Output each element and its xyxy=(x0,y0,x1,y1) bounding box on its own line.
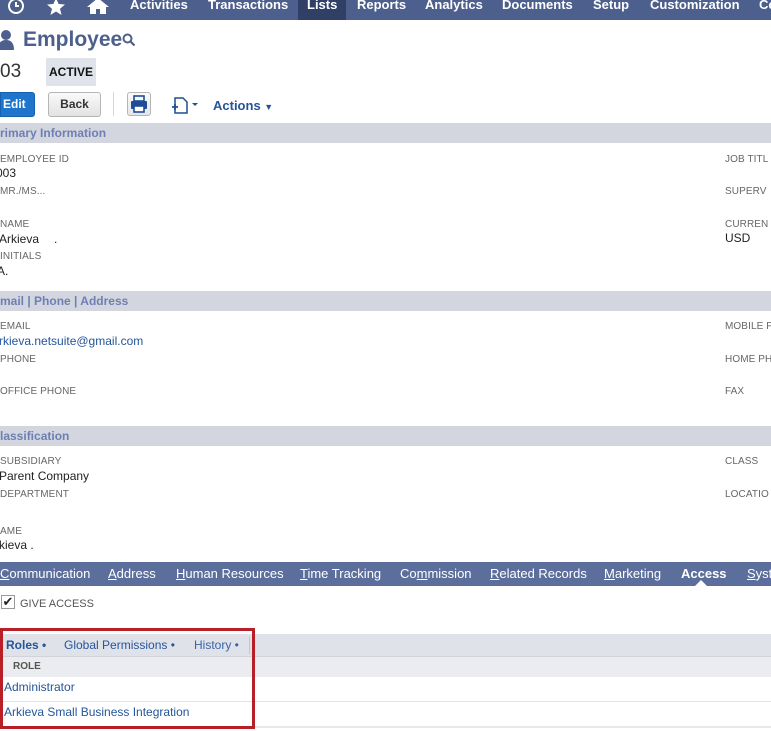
name-value: Arkieva xyxy=(0,232,40,246)
location-label: LOCATIO xyxy=(725,489,769,500)
active-tab-pointer xyxy=(695,580,707,586)
print-button[interactable] xyxy=(127,92,151,116)
roles-highlight-box xyxy=(0,628,255,729)
tab-communication[interactable]: Communication xyxy=(0,566,90,581)
search-icon[interactable] xyxy=(122,33,136,52)
edit-button[interactable]: Edit xyxy=(0,92,35,117)
tab-marketing[interactable]: Marketing xyxy=(604,566,661,581)
give-access-checkbox[interactable]: ✔ xyxy=(1,595,15,609)
nav-reports[interactable]: Reports xyxy=(357,0,406,20)
nav-setup[interactable]: Setup xyxy=(593,0,629,20)
fax-label: FAX xyxy=(725,386,745,397)
home-icon[interactable] xyxy=(87,0,109,22)
name-suffix: . xyxy=(54,232,58,246)
recent-records-icon[interactable] xyxy=(6,0,26,22)
new-transaction-button[interactable] xyxy=(171,96,201,119)
subsidiary-value: Parent Company xyxy=(0,469,90,483)
page-title: Employee xyxy=(23,28,123,51)
currency-value: USD xyxy=(725,231,751,245)
home-phone-label: HOME PH xyxy=(725,354,771,365)
tab-time-tracking[interactable]: Time Tracking xyxy=(300,566,381,581)
status-badge: ACTIVE xyxy=(46,58,96,86)
tab-commission[interactable]: Commission xyxy=(400,566,472,581)
initials-label: INITIALS xyxy=(0,251,42,262)
class-label: CLASS xyxy=(725,456,759,467)
name-label: NAME xyxy=(0,219,30,230)
tab-human-resources[interactable]: Human Resources xyxy=(176,566,284,581)
department-label: DEPARTMENT xyxy=(0,489,69,500)
toolbar-divider xyxy=(113,92,114,116)
employee-id-value: 003 xyxy=(0,166,17,180)
new-document-icon xyxy=(171,97,201,118)
initials-value: A. xyxy=(0,264,9,278)
section-classification[interactable]: lassification xyxy=(0,426,771,446)
top-nav-bar: Activities Transactions Lists Reports An… xyxy=(0,0,771,20)
phone-label: PHONE xyxy=(0,354,37,365)
printer-icon xyxy=(128,95,150,119)
give-access-label: GIVE ACCESS xyxy=(20,598,94,610)
supervisor-label: SUPERV xyxy=(725,186,767,197)
section-email-phone-address[interactable]: mail | Phone | Address xyxy=(0,291,771,311)
email-value[interactable]: rkieva.netsuite@gmail.com xyxy=(0,334,143,348)
classification-name-value: kieva . xyxy=(0,538,34,552)
mrms-label: MR./MS... xyxy=(0,186,46,197)
employee-person-icon xyxy=(0,30,16,55)
subtab-bar: Communication Address Human Resources Ti… xyxy=(0,562,771,586)
tab-system[interactable]: Syst xyxy=(747,566,771,581)
nav-analytics[interactable]: Analytics xyxy=(425,0,483,20)
nav-transactions[interactable]: Transactions xyxy=(208,0,288,20)
nav-documents[interactable]: Documents xyxy=(502,0,573,20)
subsidiary-label: SUBSIDIARY xyxy=(0,456,62,467)
actions-label: Actions xyxy=(213,98,261,113)
actions-menu[interactable]: Actions ▼ xyxy=(213,98,273,113)
favorites-star-icon[interactable] xyxy=(46,0,66,22)
record-id: 03 xyxy=(0,61,22,82)
currency-label: CURREN xyxy=(725,219,769,230)
classification-name-label: AME xyxy=(0,526,22,537)
job-title-label: JOB TITL xyxy=(725,154,769,165)
nav-activities[interactable]: Activities xyxy=(130,0,188,20)
nav-lists[interactable]: Lists xyxy=(298,0,347,20)
nav-customization[interactable]: Customization xyxy=(650,0,740,20)
section-primary-information[interactable]: rimary Information xyxy=(0,123,771,143)
nav-commerce[interactable]: Co xyxy=(759,0,771,20)
tab-related-records[interactable]: Related Records xyxy=(490,566,587,581)
chevron-down-icon: ▼ xyxy=(264,102,274,112)
tab-access[interactable]: Access xyxy=(681,566,727,581)
back-button[interactable]: Back xyxy=(48,92,101,117)
tab-address[interactable]: Address xyxy=(108,566,156,581)
email-label: EMAIL xyxy=(0,321,31,332)
employee-id-label: EMPLOYEE ID xyxy=(0,154,69,165)
office-phone-label: OFFICE PHONE xyxy=(0,386,77,397)
mobile-phone-label: MOBILE P xyxy=(725,321,771,332)
